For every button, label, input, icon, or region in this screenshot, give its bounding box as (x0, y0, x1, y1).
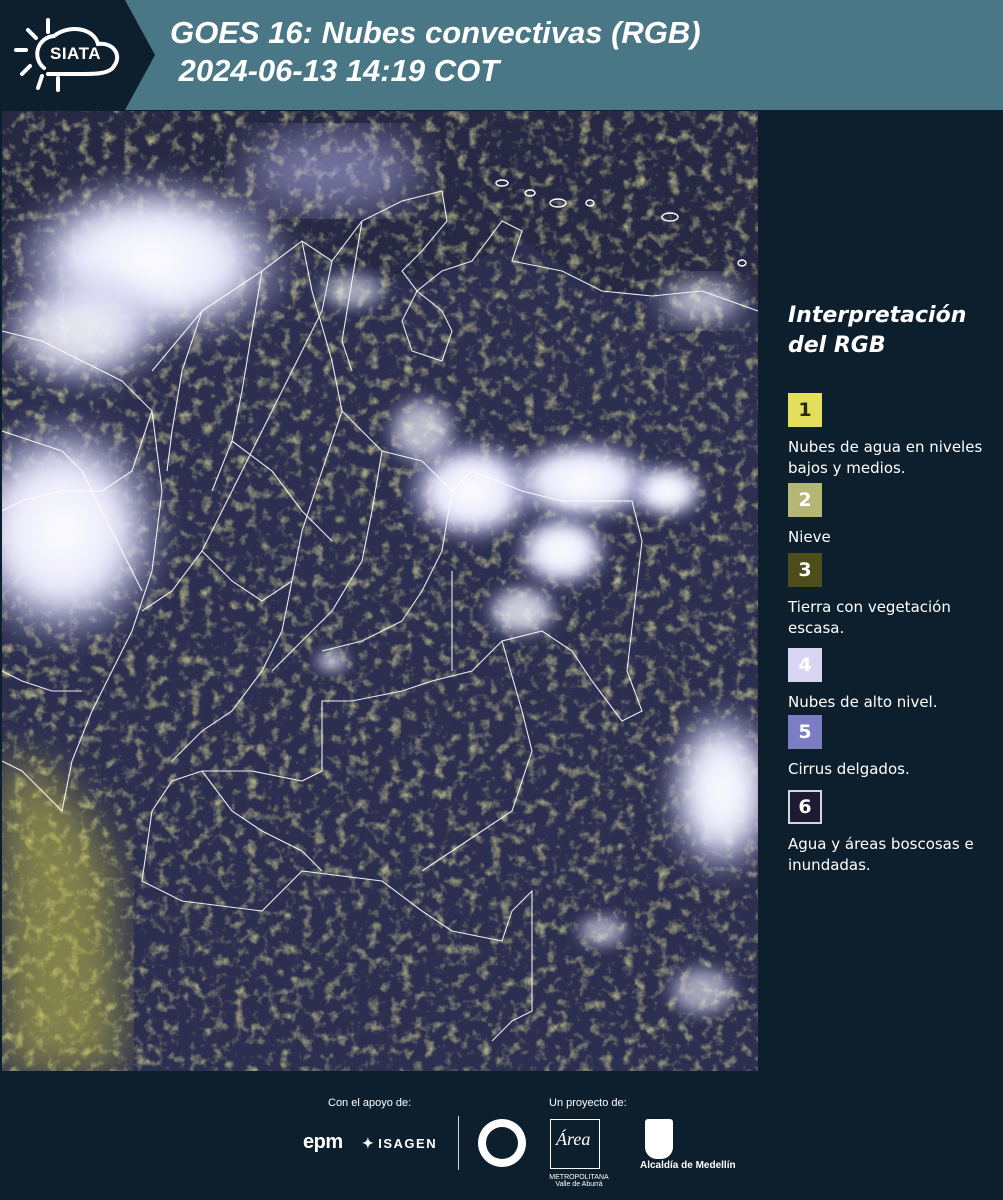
legend-item: 2 Nieve (788, 483, 998, 548)
legend-swatch: 2 (788, 483, 822, 517)
medellin-seal-icon (478, 1119, 526, 1167)
epm-logo: epm (303, 1131, 343, 1153)
isagen-logo: ✦ ISAGEN (362, 1135, 437, 1152)
legend-item: 5 Cirrus delgados. (788, 715, 998, 780)
area-metropolitana-word: Área (556, 1129, 591, 1149)
footer: Con el apoyo de: Un proyecto de: epm ✦ IS… (0, 1071, 1003, 1200)
siata-logo-text: SIATA (50, 44, 101, 63)
legend-swatch: 5 (788, 715, 822, 749)
footer-divider (458, 1116, 459, 1170)
legend-title-line-1: Interpretación (788, 303, 967, 328)
legend-label: Cirrus delgados. (788, 760, 910, 778)
satellite-map (2, 111, 758, 1071)
siata-logo: SIATA (0, 0, 155, 110)
satellite-rgb-image (2, 111, 758, 1071)
seal-inner (486, 1127, 518, 1159)
legend-title: Interpretación del RGB (788, 301, 966, 361)
legend-swatch: 1 (788, 393, 822, 427)
project-label: Un proyecto de: (549, 1097, 627, 1109)
header: SIATA GOES 16: Nubes convectivas (RGB) 2… (0, 0, 1003, 110)
legend-item: 4 Nubes de alto nivel. (788, 648, 998, 713)
legend-item: 6 Agua y áreas boscosas e inundadas. (788, 790, 998, 876)
legend-label: Nieve (788, 528, 831, 546)
legend-swatch: 4 (788, 648, 822, 682)
legend-swatch: 6 (788, 790, 822, 824)
legend-label: Nubes de alto nivel. (788, 693, 938, 711)
support-label: Con el apoyo de: (328, 1097, 412, 1109)
legend-label: Nubes de agua en niveles bajos y medios. (788, 438, 983, 477)
area-metropolitana-sub: METROPOLITANA Valle de Aburrá (549, 1174, 609, 1188)
legend-item: 3 Tierra con vegetación escasa. (788, 553, 998, 639)
title-line-2: 2024-06-13 14:19 COT (170, 53, 500, 88)
legend-label: Tierra con vegetación escasa. (788, 598, 951, 637)
isagen-mark-icon: ✦ (362, 1135, 376, 1151)
page-title: GOES 16: Nubes convectivas (RGB) 2024-06… (170, 14, 701, 90)
alcaldia-label: Alcaldía de Medellín (640, 1160, 736, 1171)
legend-panel: Interpretación del RGB 1 Nubes de agua en… (760, 111, 1003, 1071)
legend-swatch: 3 (788, 553, 822, 587)
alcaldia-shield-icon (645, 1119, 673, 1159)
title-line-1: GOES 16: Nubes convectivas (RGB) (170, 15, 701, 50)
legend-item: 1 Nubes de agua en niveles bajos y medios… (788, 393, 998, 479)
legend-title-line-2: del RGB (788, 333, 886, 358)
isagen-text: ISAGEN (378, 1136, 438, 1151)
legend-label: Agua y áreas boscosas e inundadas. (788, 835, 974, 874)
